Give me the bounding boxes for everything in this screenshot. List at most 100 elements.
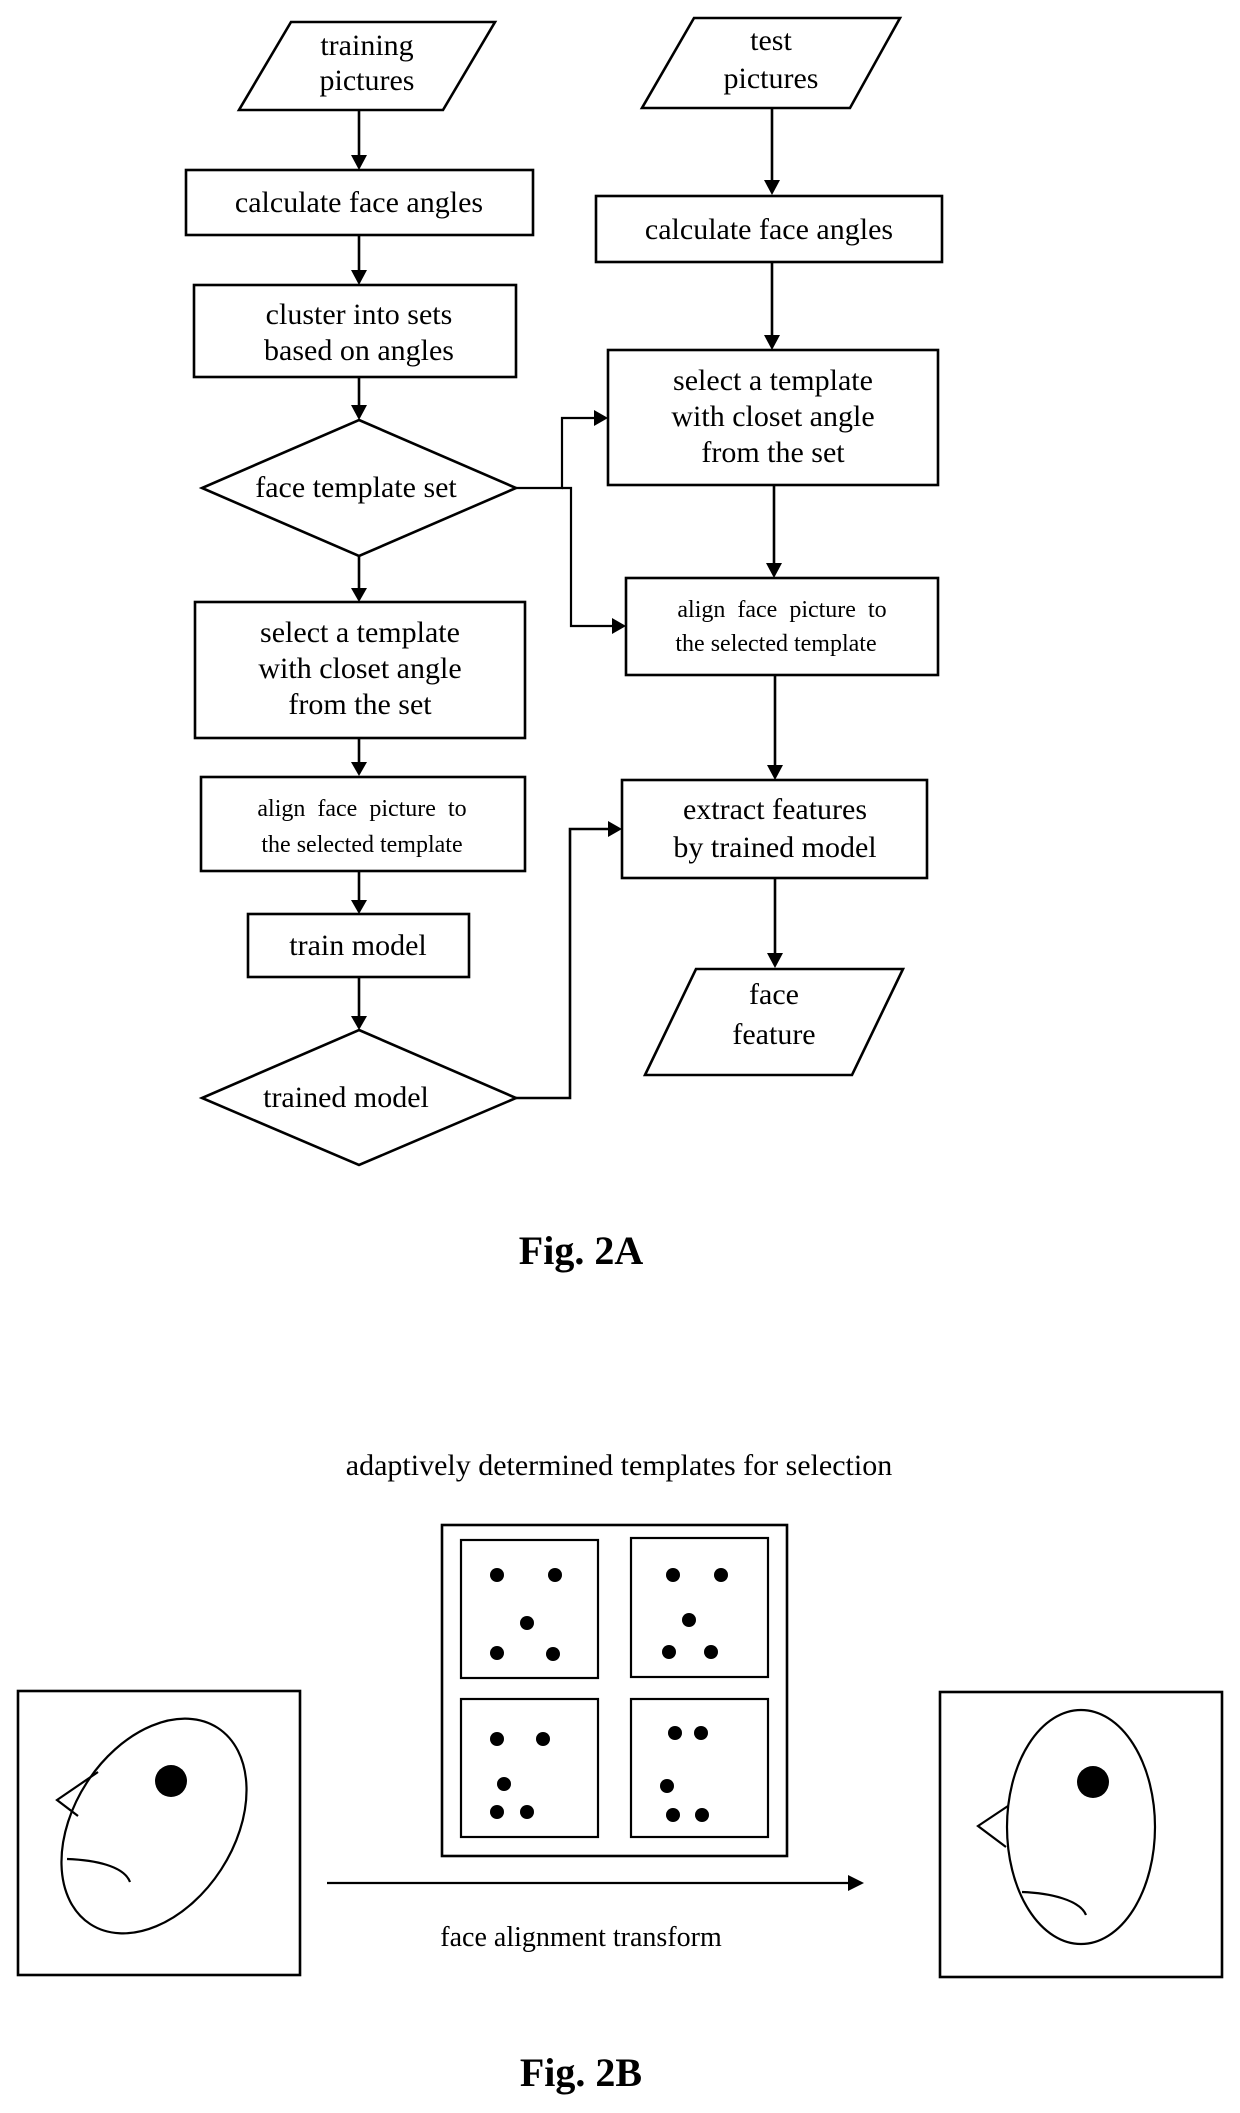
landmark-dot: [695, 1808, 709, 1822]
flow-node-extract-features: extract features by trained model: [620, 778, 929, 880]
figure-caption-2b: Fig. 2B: [520, 2050, 642, 2095]
landmark-dot: [520, 1616, 534, 1630]
arrow-calculate-to-cluster: [351, 235, 367, 285]
connector-template-set-to-test-align: [562, 486, 626, 634]
flow-node-train-model: train model: [246, 912, 471, 979]
node-text-line: face: [749, 978, 799, 1011]
arrowhead-icon: [848, 1875, 864, 1891]
node-text-line: based on angles: [264, 334, 454, 367]
connector-template-set-to-test-select: [516, 410, 608, 490]
arrow-training-to-calculate: [351, 110, 367, 170]
arrow-template-set-to-select-train: [351, 556, 367, 602]
node-text-line: calculate face angles: [235, 186, 483, 219]
arrowhead-icon: [351, 900, 367, 914]
landmark-dot: [548, 1568, 562, 1582]
flow-node-select-template-test: select a template with closet angle from…: [606, 348, 940, 487]
landmark-dot: [662, 1645, 676, 1659]
flow-node-cluster-into-sets: cluster into sets based on angles: [192, 283, 518, 379]
node-text-line: train model: [289, 929, 426, 962]
landmark-dot: [490, 1646, 504, 1660]
figure-caption-2a: Fig. 2A: [519, 1228, 644, 1273]
arrowhead-icon: [764, 335, 780, 350]
landmark-dot: [704, 1645, 718, 1659]
landmark-dot: [666, 1568, 680, 1582]
node-text-line: feature: [732, 1018, 815, 1051]
arrowhead-icon: [351, 405, 367, 420]
arrowhead-icon: [608, 821, 622, 837]
flow-node-calculate-face-angles-train: calculate face angles: [184, 168, 535, 237]
arrow-align-to-extract: [767, 675, 783, 780]
connector-trained-model-to-extract: [516, 821, 622, 1100]
node-text-line: training: [320, 29, 413, 62]
arrow-align-to-train: [351, 871, 367, 914]
node-text-line: calculate face angles: [645, 213, 893, 246]
node-text-line: pictures: [724, 62, 819, 95]
alignment-transform-arrow: [327, 1875, 864, 1891]
input-face-panel: [16, 1689, 302, 1977]
flow-node-test-pictures: test pictures: [639, 16, 903, 110]
landmark-dot: [490, 1805, 504, 1819]
flow-node-training-pictures: training pictures: [236, 20, 498, 112]
node-text-line: with closet angle: [671, 400, 874, 433]
node-text-line: from the set: [288, 688, 432, 721]
arrowhead-icon: [351, 588, 367, 602]
landmark-dot: [660, 1779, 674, 1793]
arrow-extract-to-face-feature: [767, 878, 783, 968]
flow-node-face-template-set: face template set: [198, 418, 520, 558]
arrow-cluster-to-template-set: [351, 377, 367, 420]
arrowhead-icon: [351, 270, 367, 285]
node-text-line: from the set: [701, 436, 845, 469]
arrowhead-icon: [594, 410, 608, 426]
templates-title: adaptively determined templates for sele…: [346, 1449, 892, 1482]
arrow-select-to-align-train: [351, 738, 367, 776]
flow-node-trained-model: trained model: [198, 1028, 520, 1167]
node-text-line: test: [750, 24, 792, 57]
node-text-line: by trained model: [673, 831, 876, 864]
landmark-dot: [694, 1726, 708, 1740]
node-text-line: the selected template: [675, 631, 876, 657]
flow-node-select-template-train: select a template with closet angle from…: [193, 600, 527, 740]
node-text-line: align face picture to: [677, 597, 886, 623]
arrow-calculate-to-select-test: [764, 262, 780, 350]
arrow-select-to-align-test: [766, 485, 782, 578]
eye-icon: [1077, 1766, 1109, 1798]
landmark-dot: [520, 1805, 534, 1819]
node-text-line: select a template: [260, 616, 460, 649]
flow-node-align-face-test: align face picture to the selected templ…: [624, 576, 940, 677]
arrowhead-icon: [351, 1016, 367, 1030]
node-text-line: extract features: [683, 793, 867, 826]
patent-figure-canvas: training pictures calculate face angles …: [16, 16, 1224, 2095]
arrowhead-icon: [612, 618, 626, 634]
arrowhead-icon: [351, 762, 367, 776]
landmark-dot: [497, 1777, 511, 1791]
node-text-line: select a template: [673, 364, 873, 397]
node-text-line: face template set: [255, 471, 457, 504]
arrowhead-icon: [767, 765, 783, 780]
face-panel-frame: [16, 1689, 302, 1977]
flow-node-calculate-face-angles-test: calculate face angles: [594, 194, 944, 264]
node-text-line: with closet angle: [258, 652, 461, 685]
arrowhead-icon: [767, 953, 783, 968]
transform-label: face alignment transform: [440, 1922, 722, 1953]
arrowhead-icon: [764, 180, 780, 195]
flow-node-face-feature: face feature: [642, 967, 906, 1077]
landmark-dot: [546, 1647, 560, 1661]
landmark-dot: [668, 1726, 682, 1740]
node-text-line: pictures: [320, 64, 415, 97]
arrowhead-icon: [766, 563, 782, 578]
template-grid: [440, 1523, 789, 1858]
landmark-dot: [490, 1732, 504, 1746]
face-panel-frame: [938, 1690, 1224, 1979]
node-text-line: cluster into sets: [266, 298, 453, 331]
landmark-dot: [490, 1568, 504, 1582]
arrow-test-to-calculate: [764, 108, 780, 195]
flow-node-align-face-train: align face picture to the selected templ…: [199, 775, 527, 873]
output-face-panel: [938, 1690, 1224, 1979]
node-text-line: trained model: [263, 1081, 429, 1114]
node-text-line: the selected template: [261, 832, 462, 858]
landmark-dot: [536, 1732, 550, 1746]
landmark-dot: [682, 1613, 696, 1627]
landmark-dot: [714, 1568, 728, 1582]
node-text-line: align face picture to: [257, 796, 466, 822]
process-box: [624, 576, 940, 677]
